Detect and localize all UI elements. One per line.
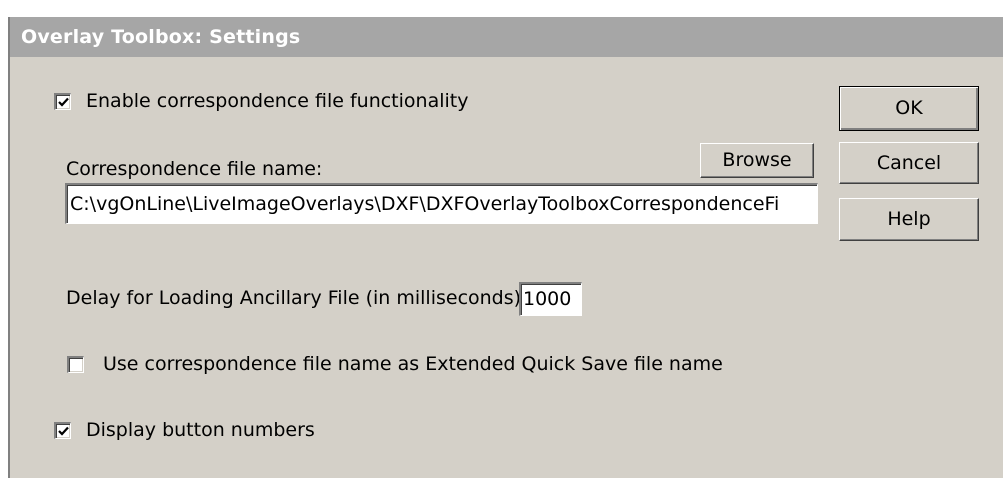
- display-numbers-label[interactable]: Display button numbers: [86, 419, 315, 441]
- delay-label: Delay for Loading Ancillary File (in mil…: [66, 287, 528, 309]
- check-icon: [57, 426, 69, 436]
- display-numbers-checkbox[interactable]: [54, 422, 71, 439]
- quick-save-checkbox[interactable]: [67, 356, 84, 373]
- delay-input[interactable]: 1000: [519, 282, 582, 316]
- check-icon: [57, 97, 69, 107]
- help-button[interactable]: Help: [839, 198, 979, 241]
- settings-dialog: Overlay Toolbox: Settings Enable corresp…: [8, 17, 1003, 478]
- quick-save-label[interactable]: Use correspondence file name as Extended…: [103, 353, 723, 375]
- cancel-button[interactable]: Cancel: [839, 142, 979, 184]
- enable-correspondence-checkbox[interactable]: [54, 93, 71, 110]
- browse-button[interactable]: Browse: [700, 143, 814, 178]
- enable-correspondence-label[interactable]: Enable correspondence file functionality: [86, 90, 468, 112]
- dialog-title: Overlay Toolbox: Settings: [10, 17, 1003, 57]
- ok-button[interactable]: OK: [839, 86, 979, 131]
- correspondence-file-input[interactable]: C:\vgOnLine\LiveImageOverlays\DXF\DXFOve…: [65, 183, 818, 224]
- correspondence-file-label: Correspondence file name:: [66, 158, 323, 180]
